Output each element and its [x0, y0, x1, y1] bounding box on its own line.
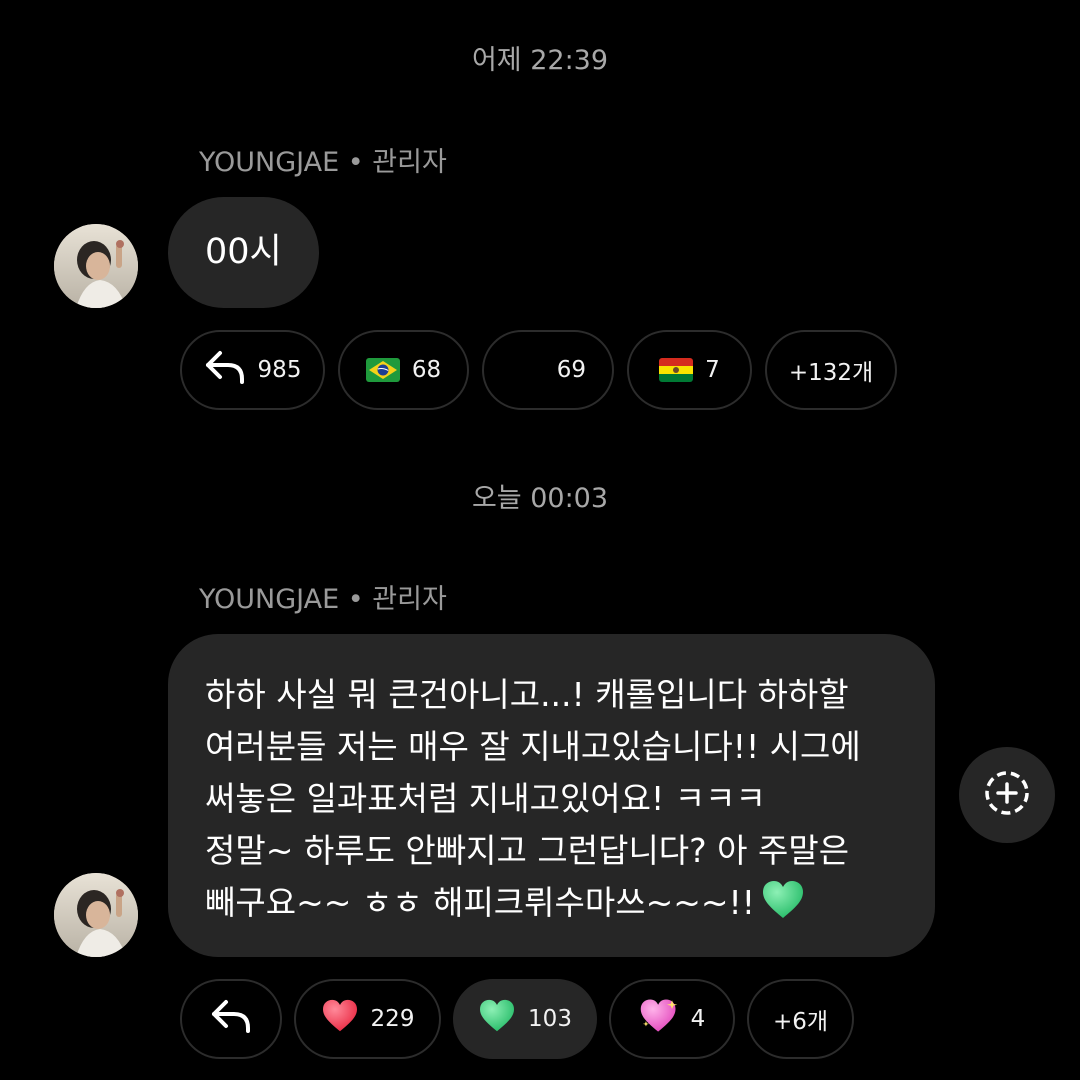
timestamp-today: 오늘 00:03 [471, 483, 609, 514]
add-reaction-icon [983, 769, 1031, 821]
red-heart-icon [321, 999, 359, 1039]
green-heart-icon [761, 880, 805, 935]
sender-label: YOUNGJAE • 관리자 [199, 147, 447, 178]
sparkling-heart-icon [639, 998, 679, 1040]
reaction-count: 69 [556, 357, 586, 383]
reply-count: 985 [257, 357, 302, 383]
reaction-count: 7 [705, 357, 720, 383]
reaction-count: 103 [528, 1006, 572, 1032]
reaction-brazil-flag[interactable]: 68 [338, 330, 469, 410]
add-reaction-button[interactable] [959, 747, 1055, 843]
reaction-count: 4 [690, 1006, 706, 1032]
reaction-count: 229 [370, 1006, 415, 1032]
reaction-sparkling-heart[interactable]: 4 [609, 979, 735, 1059]
brazil-flag-icon [365, 358, 400, 382]
reply-button[interactable] [180, 979, 282, 1059]
more-reactions-button[interactable]: +132개 [765, 330, 897, 410]
reply-arrow-icon [204, 349, 246, 391]
message-text: 00시 [205, 232, 282, 272]
reaction-blank-emoji[interactable]: 69 [482, 330, 614, 410]
bolivia-flag-icon [659, 358, 694, 382]
reaction-count: 68 [411, 357, 442, 383]
message-bubble[interactable]: 00시 [168, 197, 319, 308]
avatar[interactable] [54, 224, 138, 308]
reply-arrow-icon [210, 998, 252, 1040]
timestamp-yesterday: 어제 22:39 [471, 45, 609, 76]
more-reactions-label: +132개 [788, 360, 874, 386]
message-bubble[interactable]: 하하 사실 뭐 큰건아니고...! 캐롤입니다 하하할 여러분들 저는 매우 잘… [168, 634, 935, 957]
sender-label: YOUNGJAE • 관리자 [199, 584, 447, 615]
green-heart-icon [478, 999, 516, 1039]
reaction-green-heart-selected[interactable]: 103 [453, 979, 597, 1059]
more-reactions-label: +6개 [772, 1009, 829, 1035]
more-reactions-button[interactable]: +6개 [747, 979, 854, 1059]
reaction-bolivia-flag[interactable]: 7 [627, 330, 752, 410]
reply-count-button[interactable]: 985 [180, 330, 325, 410]
reaction-red-heart[interactable]: 229 [294, 979, 441, 1059]
avatar[interactable] [54, 873, 138, 957]
